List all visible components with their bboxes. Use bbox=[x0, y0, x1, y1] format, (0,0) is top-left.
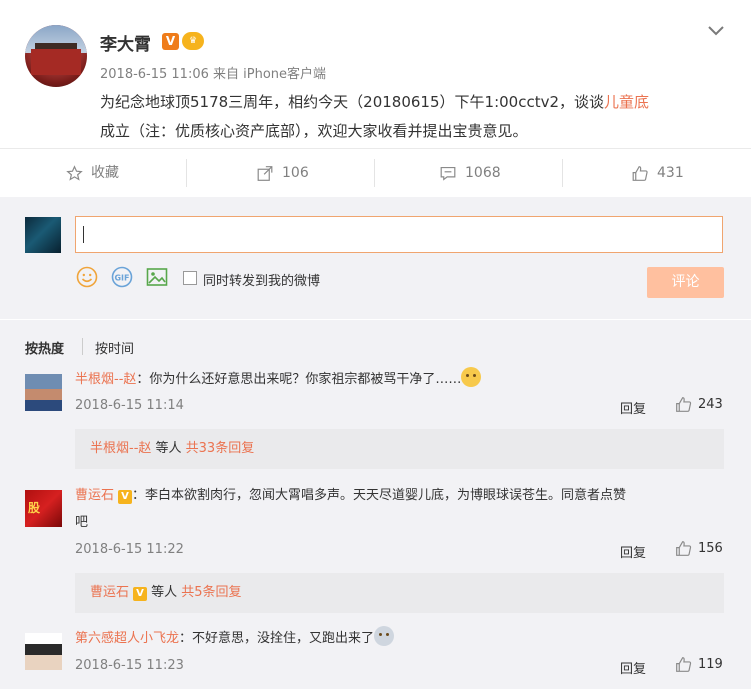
thinking-emoji-icon bbox=[461, 367, 482, 387]
comment-body: 半根烟--赵：你为什么还好意思出来呢？你家祖宗都被骂干净了…… bbox=[75, 366, 482, 393]
comment-reply-button[interactable]: 回复 bbox=[620, 658, 646, 677]
action-divider bbox=[562, 159, 563, 187]
gif-icon[interactable]: GIF bbox=[111, 266, 133, 288]
repost-count: 106 bbox=[282, 165, 309, 181]
author-avatar[interactable] bbox=[25, 25, 87, 87]
sub-reply-count-link[interactable]: 共33条回复 bbox=[186, 441, 255, 456]
comment-time: 2018-6-15 11:22 bbox=[75, 542, 184, 557]
comment-time: 2018-6-15 11:14 bbox=[75, 398, 184, 413]
comment-like-button[interactable]: 156 bbox=[675, 540, 723, 557]
thumbs-up-icon bbox=[676, 397, 692, 412]
comment-button[interactable]: 1068 bbox=[439, 149, 501, 197]
comment-like-button[interactable]: 119 bbox=[675, 656, 723, 673]
avatar-logo-text: 股 bbox=[28, 501, 41, 515]
comment-colon: ： bbox=[179, 631, 193, 646]
action-divider bbox=[186, 159, 187, 187]
comment-body: 第六感超人小飞龙：不好意思，没拴住，又跑出来了 bbox=[75, 625, 395, 652]
comment-time: 2018-6-15 11:23 bbox=[75, 658, 184, 673]
comment-colon: ： bbox=[136, 372, 150, 387]
sub-reply-mid: 等人 bbox=[147, 585, 182, 600]
like-button[interactable]: 431 bbox=[631, 149, 684, 197]
comment-author[interactable]: 半根烟--赵 bbox=[75, 372, 136, 387]
post-topic-link[interactable]: 儿童底 bbox=[604, 93, 649, 111]
comment-like-count: 119 bbox=[698, 657, 723, 672]
comment-avatar[interactable] bbox=[25, 633, 62, 670]
comment-text: 不好意思，没拴住，又跑出来了 bbox=[192, 631, 375, 646]
vip-crown-icon[interactable]: ♛ bbox=[182, 32, 204, 50]
sort-by-time-tab[interactable]: 按时间 bbox=[95, 338, 134, 357]
comment-input[interactable] bbox=[75, 216, 723, 253]
verified-icon: V bbox=[133, 587, 148, 601]
comment-like-count: 156 bbox=[698, 541, 723, 556]
submit-comment-button[interactable]: 评论 bbox=[647, 267, 724, 298]
comment-colon: ： bbox=[132, 488, 146, 503]
repost-button[interactable]: 106 bbox=[256, 149, 309, 197]
sub-reply-count-link[interactable]: 共5条回复 bbox=[181, 585, 241, 600]
dizzy-emoji-icon bbox=[374, 626, 395, 646]
comment-avatar[interactable]: 股 bbox=[25, 490, 62, 527]
my-avatar bbox=[25, 217, 61, 253]
verified-icon: V bbox=[162, 33, 179, 50]
forward-label[interactable]: 同时转发到我的微博 bbox=[203, 270, 320, 289]
comment-count: 1068 bbox=[465, 165, 501, 181]
comment-like-count: 243 bbox=[698, 397, 723, 412]
favorite-label: 收藏 bbox=[91, 165, 119, 181]
post-meta: 2018-6-15 11:06 来自 iPhone客户端 bbox=[100, 67, 327, 82]
forward-checkbox[interactable] bbox=[183, 271, 197, 285]
author-name[interactable]: 李大霄 bbox=[100, 30, 151, 55]
comment-text: 李白本欲割肉行，忽闻大霄唱多声。天天尽道婴儿底，为博眼球误苍生。同意者点赞 bbox=[145, 488, 627, 503]
thumbs-up-icon bbox=[632, 165, 648, 181]
favorite-button[interactable]: 收藏 bbox=[66, 149, 119, 197]
star-icon bbox=[66, 164, 83, 181]
comment-reply-button[interactable]: 回复 bbox=[620, 398, 646, 417]
comment-icon bbox=[440, 166, 456, 181]
text-caret bbox=[83, 226, 84, 243]
post-text-part2: 成立（注：优质核心资产底部），欢迎大家收看并提出宝贵意见。 bbox=[100, 122, 528, 140]
repost-icon bbox=[257, 165, 273, 181]
sub-replies-box[interactable]: 曹运石 V 等人 共5条回复 bbox=[75, 573, 724, 613]
svg-text:GIF: GIF bbox=[114, 274, 129, 283]
emoji-icon[interactable] bbox=[76, 266, 98, 288]
verified-icon: V bbox=[118, 490, 133, 504]
sort-by-hot-tab[interactable]: 按热度 bbox=[25, 338, 64, 357]
comment-text-line2: 吧 bbox=[75, 515, 89, 530]
avatar-gate bbox=[31, 49, 81, 75]
comment-author[interactable]: 第六感超人小飞龙 bbox=[75, 631, 179, 646]
comment-text: 你为什么还好意思出来呢？你家祖宗都被骂干净了…… bbox=[149, 372, 462, 387]
comment-reply-button[interactable]: 回复 bbox=[620, 542, 646, 561]
post-text: 为纪念地球顶5178三周年，相约今天（20180615）下午1:00cctv2，… bbox=[100, 88, 725, 146]
sub-reply-mid: 等人 bbox=[151, 441, 186, 456]
post-text-part1: 为纪念地球顶5178三周年，相约今天（20180615）下午1:00cctv2，… bbox=[100, 93, 605, 111]
chevron-down-icon[interactable] bbox=[707, 24, 725, 38]
comment-like-button[interactable]: 243 bbox=[675, 396, 723, 413]
sort-divider bbox=[82, 338, 83, 355]
action-bar: 收藏 106 1068 431 bbox=[0, 148, 751, 198]
sub-reply-author[interactable]: 半根烟--赵 bbox=[90, 441, 151, 456]
like-count: 431 bbox=[657, 165, 684, 181]
thumbs-up-icon bbox=[676, 541, 692, 556]
comment-author[interactable]: 曹运石 bbox=[75, 488, 114, 503]
comment-body: 曹运石 V ：李白本欲割肉行，忽闻大霄唱多声。天天尽道婴儿底，为博眼球误苍生。同意者… bbox=[75, 482, 725, 536]
image-icon[interactable] bbox=[146, 266, 168, 288]
action-divider bbox=[374, 159, 375, 187]
thumbs-up-icon bbox=[676, 657, 692, 672]
sub-reply-author[interactable]: 曹运石 bbox=[90, 585, 129, 600]
comment-avatar[interactable] bbox=[25, 374, 62, 411]
sub-replies-box[interactable]: 半根烟--赵 等人 共33条回复 bbox=[75, 429, 724, 469]
